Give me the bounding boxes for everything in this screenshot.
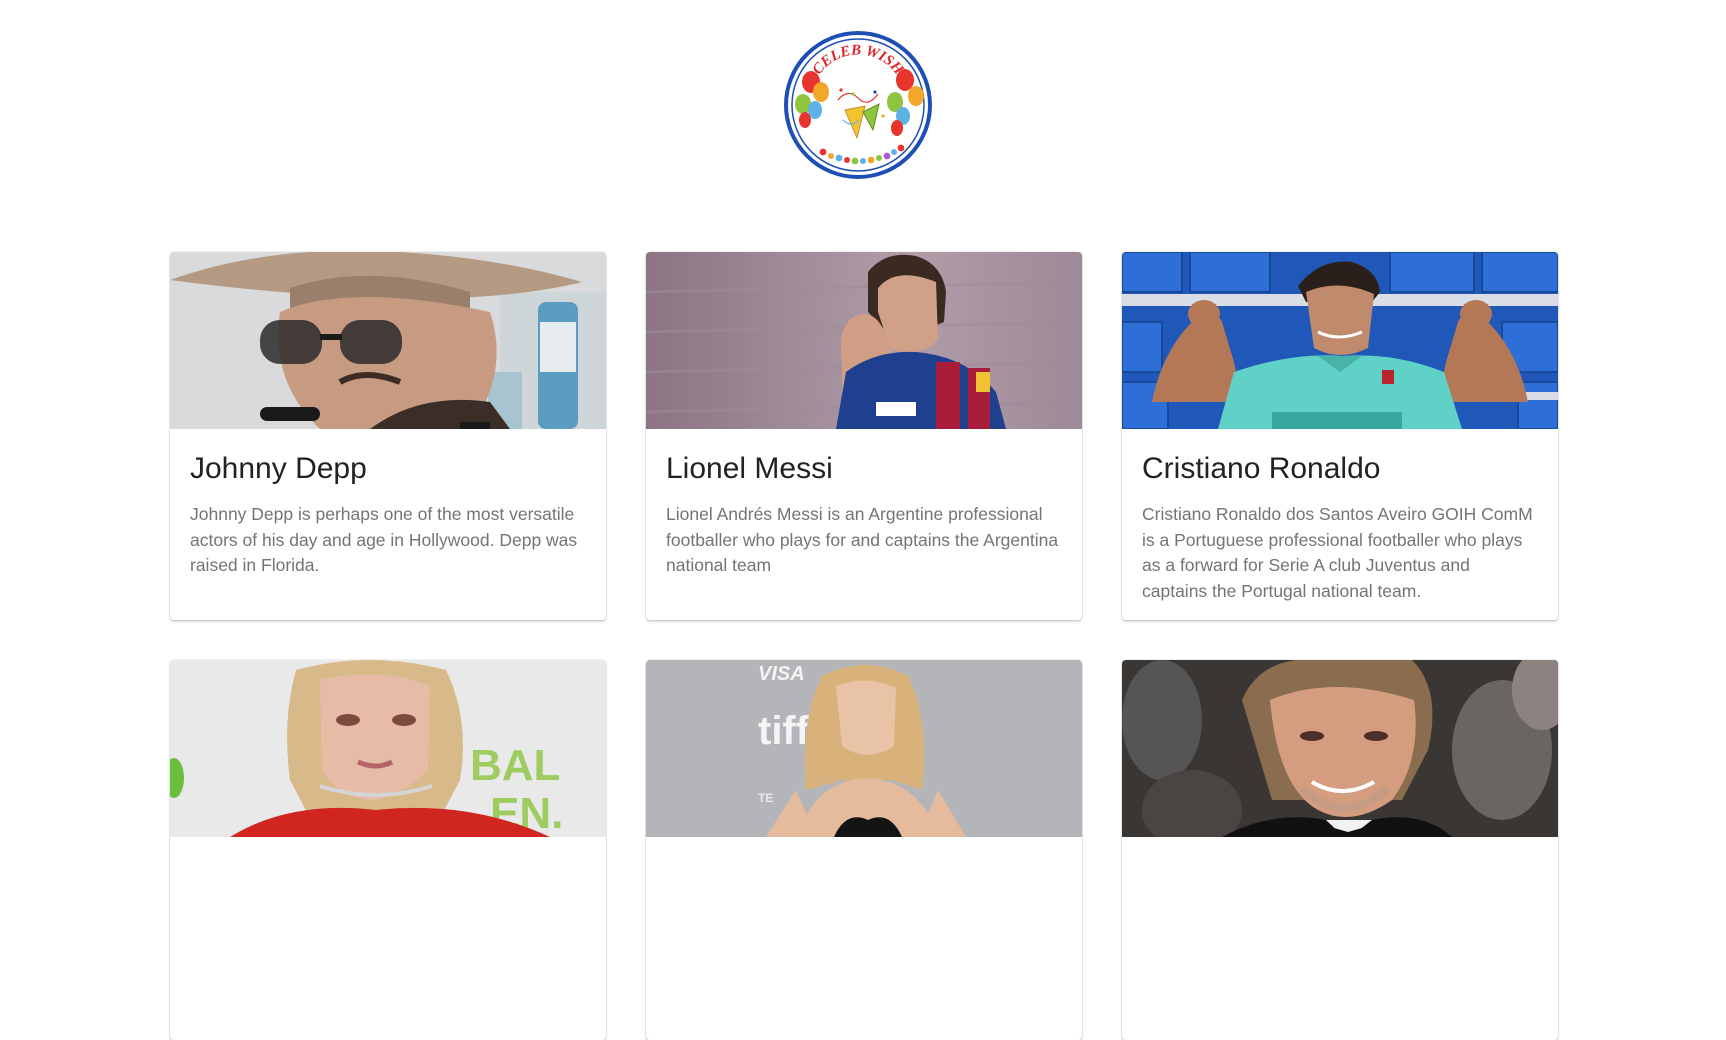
card-description: Cristiano Ronaldo dos Santos Aveiro GOIH… (1142, 504, 1533, 601)
card-title: Johnny Depp (190, 452, 367, 485)
celebrity-card[interactable]: BAL EN. (170, 660, 606, 1040)
celebrity-card[interactable]: Lionel Messi Lionel Andrés Messi is an A… (646, 252, 1082, 620)
celebrity-photo[interactable] (170, 252, 606, 429)
selena-gomez-photo: BAL EN. (170, 660, 606, 837)
lionel-messi-photo (646, 252, 1082, 429)
celebrity-card[interactable]: VISA tiff TE (646, 660, 1082, 1040)
celebrity-photo[interactable] (646, 252, 1082, 429)
svg-text:tiff: tiff (758, 709, 810, 753)
brad-pitt-photo (1122, 660, 1558, 837)
celebrity-card[interactable]: Cristiano Ronaldo Cristiano Ronaldo dos … (1122, 252, 1558, 620)
celebrity-photo[interactable] (1122, 660, 1558, 837)
jennifer-lawrence-photo: VISA tiff TE (646, 660, 1082, 837)
celebrity-card[interactable]: Johnny Depp Johnny Depp is perhaps one o… (170, 252, 606, 620)
celebrity-card-grid: Johnny Depp Johnny Depp is perhaps one o… (170, 252, 1558, 1040)
celebration-balloons-icon: CELEB WISH (784, 31, 932, 179)
card-description: Johnny Depp is perhaps one of the most v… (190, 504, 578, 575)
celebrity-photo[interactable]: VISA tiff TE (646, 660, 1082, 837)
card-title: Cristiano Ronaldo (1142, 452, 1381, 485)
svg-text:TE: TE (758, 791, 773, 805)
celebrity-photo[interactable] (1122, 252, 1558, 429)
celeb-wish-logo[interactable]: CELEB WISH (783, 30, 933, 180)
svg-text:VISA: VISA (758, 663, 805, 685)
card-description: Lionel Andrés Messi is an Argentine prof… (666, 504, 1059, 575)
celebrity-card[interactable] (1122, 660, 1558, 1040)
johnny-depp-photo (170, 252, 606, 429)
celebrity-photo[interactable]: BAL EN. (170, 660, 606, 837)
svg-text:BAL: BAL (470, 741, 560, 790)
cristiano-ronaldo-photo (1122, 252, 1558, 429)
card-title: Lionel Messi (666, 452, 833, 485)
